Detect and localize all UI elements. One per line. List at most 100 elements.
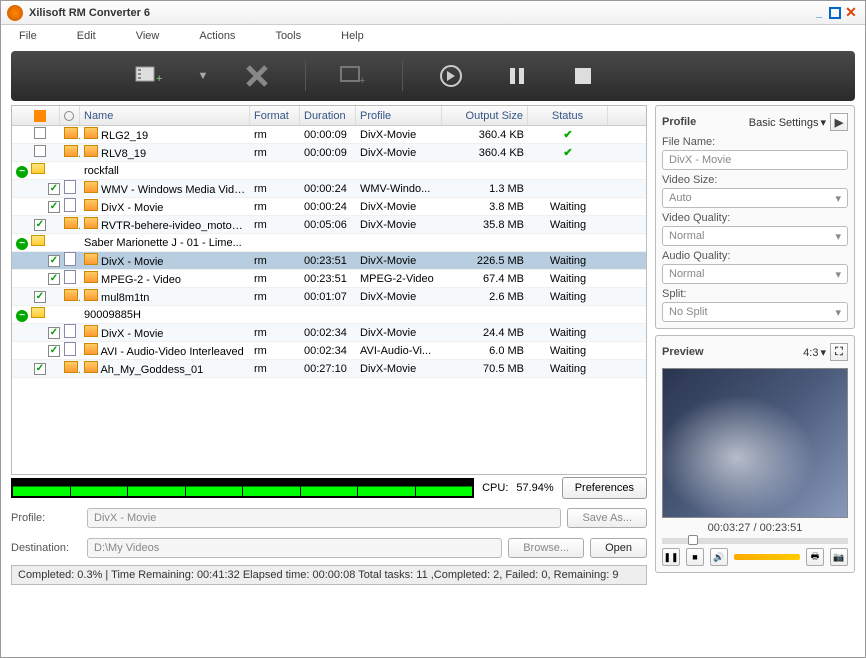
collapse-icon[interactable]: − (16, 166, 28, 178)
row-checkbox[interactable] (34, 127, 46, 139)
check-icon: ✔ (563, 129, 572, 141)
col-name[interactable]: Name (80, 106, 250, 125)
menu-file[interactable]: File (19, 30, 37, 42)
play-pause-button[interactable]: ❚❚ (662, 548, 680, 566)
table-row[interactable]: mul8m1tnrm00:01:07DivX-Movie2.6 MBWaitin… (12, 288, 646, 306)
table-row[interactable]: WMV - Windows Media Videorm00:00:24WMV-W… (12, 180, 646, 198)
video-file-icon (84, 199, 98, 211)
profile-next-button[interactable]: ▶ (830, 113, 848, 131)
svg-text:+: + (359, 75, 365, 87)
cell-format: rm (250, 291, 300, 303)
table-row[interactable]: RLG2_19rm00:00:09DivX-Movie360.4 KB✔ (12, 126, 646, 144)
stop-playback-button[interactable]: ■ (686, 548, 704, 566)
cell-profile: AVI-Audio-Vi... (356, 345, 442, 357)
cell-format: rm (250, 345, 300, 357)
table-row[interactable]: RLV8_19rm00:00:09DivX-Movie360.4 KB✔ (12, 144, 646, 162)
table-row[interactable]: − rockfall (12, 162, 646, 180)
fullscreen-button[interactable]: ⛶ (830, 343, 848, 361)
row-checkbox[interactable] (34, 363, 46, 375)
cell-size: 1.3 MB (442, 183, 528, 195)
table-row[interactable]: − Saber Marionette J - 01 - Lime... (12, 234, 646, 252)
menu-edit[interactable]: Edit (77, 30, 96, 42)
menu-view[interactable]: View (136, 30, 160, 42)
snapshot-button[interactable]: 📷 (830, 548, 848, 566)
save-as-button[interactable]: Save As... (567, 508, 647, 528)
col-output-size[interactable]: Output Size (442, 106, 528, 125)
preferences-button[interactable]: Preferences (562, 477, 647, 499)
cell-duration: 00:23:51 (300, 255, 356, 267)
cell-size: 360.4 KB (442, 129, 528, 141)
col-format[interactable]: Format (250, 106, 300, 125)
col-checkbox[interactable] (12, 106, 60, 125)
close-button[interactable]: ✕ (843, 5, 859, 21)
separator (402, 61, 403, 91)
folder-icon (31, 163, 45, 174)
table-row[interactable]: DivX - Movierm00:23:51DivX-Movie226.5 MB… (12, 252, 646, 270)
table-row[interactable]: AVI - Audio-Video Interleavedrm00:02:34A… (12, 342, 646, 360)
table-row[interactable]: RVTR-behere-ivideo_motor-cr...rm00:05:06… (12, 216, 646, 234)
cell-status: ✔ (528, 146, 608, 159)
cell-format: rm (250, 147, 300, 159)
video-file-icon (84, 325, 98, 337)
row-checkbox[interactable] (48, 345, 60, 357)
row-checkbox[interactable] (48, 273, 60, 285)
cell-profile: DivX-Movie (356, 255, 442, 267)
stop-button[interactable] (565, 58, 601, 94)
filename-field[interactable]: DivX - Movie (662, 150, 848, 170)
col-status[interactable]: Status (528, 106, 608, 125)
maximize-button[interactable] (829, 7, 841, 19)
row-checkbox[interactable] (34, 145, 46, 157)
row-checkbox[interactable] (48, 255, 60, 267)
playback-slider[interactable] (662, 538, 848, 544)
add-file-button[interactable]: + (131, 58, 167, 94)
video-file-icon (64, 127, 78, 139)
snapshot-folder-button[interactable]: 🖶 (806, 548, 824, 566)
row-checkbox[interactable] (48, 201, 60, 213)
cell-duration: 00:00:09 (300, 147, 356, 159)
audioquality-select[interactable]: Normal (662, 264, 848, 284)
aspect-ratio-link[interactable]: 4:3 (803, 346, 826, 359)
profile-combo[interactable]: DivX - Movie (87, 508, 561, 528)
basic-settings-link[interactable]: Basic Settings (749, 116, 826, 129)
volume-icon[interactable]: 🔊 (710, 548, 728, 566)
cell-format: rm (250, 201, 300, 213)
col-duration[interactable]: Duration (300, 106, 356, 125)
cell-name: WMV - Windows Media Video (80, 181, 250, 196)
table-row[interactable]: Ah_My_Goddess_01rm00:27:10DivX-Movie70.5… (12, 360, 646, 378)
videosize-select[interactable]: Auto (662, 188, 848, 208)
collapse-icon[interactable]: − (16, 238, 28, 250)
svg-text:+: + (156, 73, 162, 85)
split-select[interactable]: No Split (662, 302, 848, 322)
col-profile[interactable]: Profile (356, 106, 442, 125)
cell-profile: DivX-Movie (356, 291, 442, 303)
table-row[interactable]: − 90009885H (12, 306, 646, 324)
add-dropdown-icon[interactable]: ▼ (197, 58, 209, 94)
table-row[interactable]: DivX - Movierm00:00:24DivX-Movie3.8 MBWa… (12, 198, 646, 216)
video-file-icon (84, 271, 98, 283)
videosize-label: Video Size: (662, 174, 848, 186)
row-checkbox[interactable] (48, 327, 60, 339)
row-checkbox[interactable] (34, 291, 46, 303)
browse-button[interactable]: Browse... (508, 538, 584, 558)
output-button[interactable]: + (336, 58, 372, 94)
col-icon[interactable] (60, 106, 80, 125)
destination-combo[interactable]: D:\My Videos (87, 538, 502, 558)
convert-button[interactable] (433, 58, 469, 94)
table-row[interactable]: DivX - Movierm00:02:34DivX-Movie24.4 MBW… (12, 324, 646, 342)
remove-button[interactable] (239, 58, 275, 94)
minimize-button[interactable]: _ (811, 5, 827, 21)
cell-name: 90009885H (80, 309, 250, 321)
menu-help[interactable]: Help (341, 30, 364, 42)
row-checkbox[interactable] (34, 219, 46, 231)
row-checkbox[interactable] (48, 183, 60, 195)
collapse-icon[interactable]: − (16, 310, 28, 322)
preview-viewport (662, 368, 848, 518)
menu-actions[interactable]: Actions (199, 30, 235, 42)
table-row[interactable]: MPEG-2 - Videorm00:23:51MPEG-2-Video67.4… (12, 270, 646, 288)
split-label: Split: (662, 288, 848, 300)
pause-button[interactable] (499, 58, 535, 94)
open-button[interactable]: Open (590, 538, 647, 558)
videoquality-select[interactable]: Normal (662, 226, 848, 246)
volume-slider[interactable] (734, 554, 800, 560)
menu-tools[interactable]: Tools (275, 30, 301, 42)
